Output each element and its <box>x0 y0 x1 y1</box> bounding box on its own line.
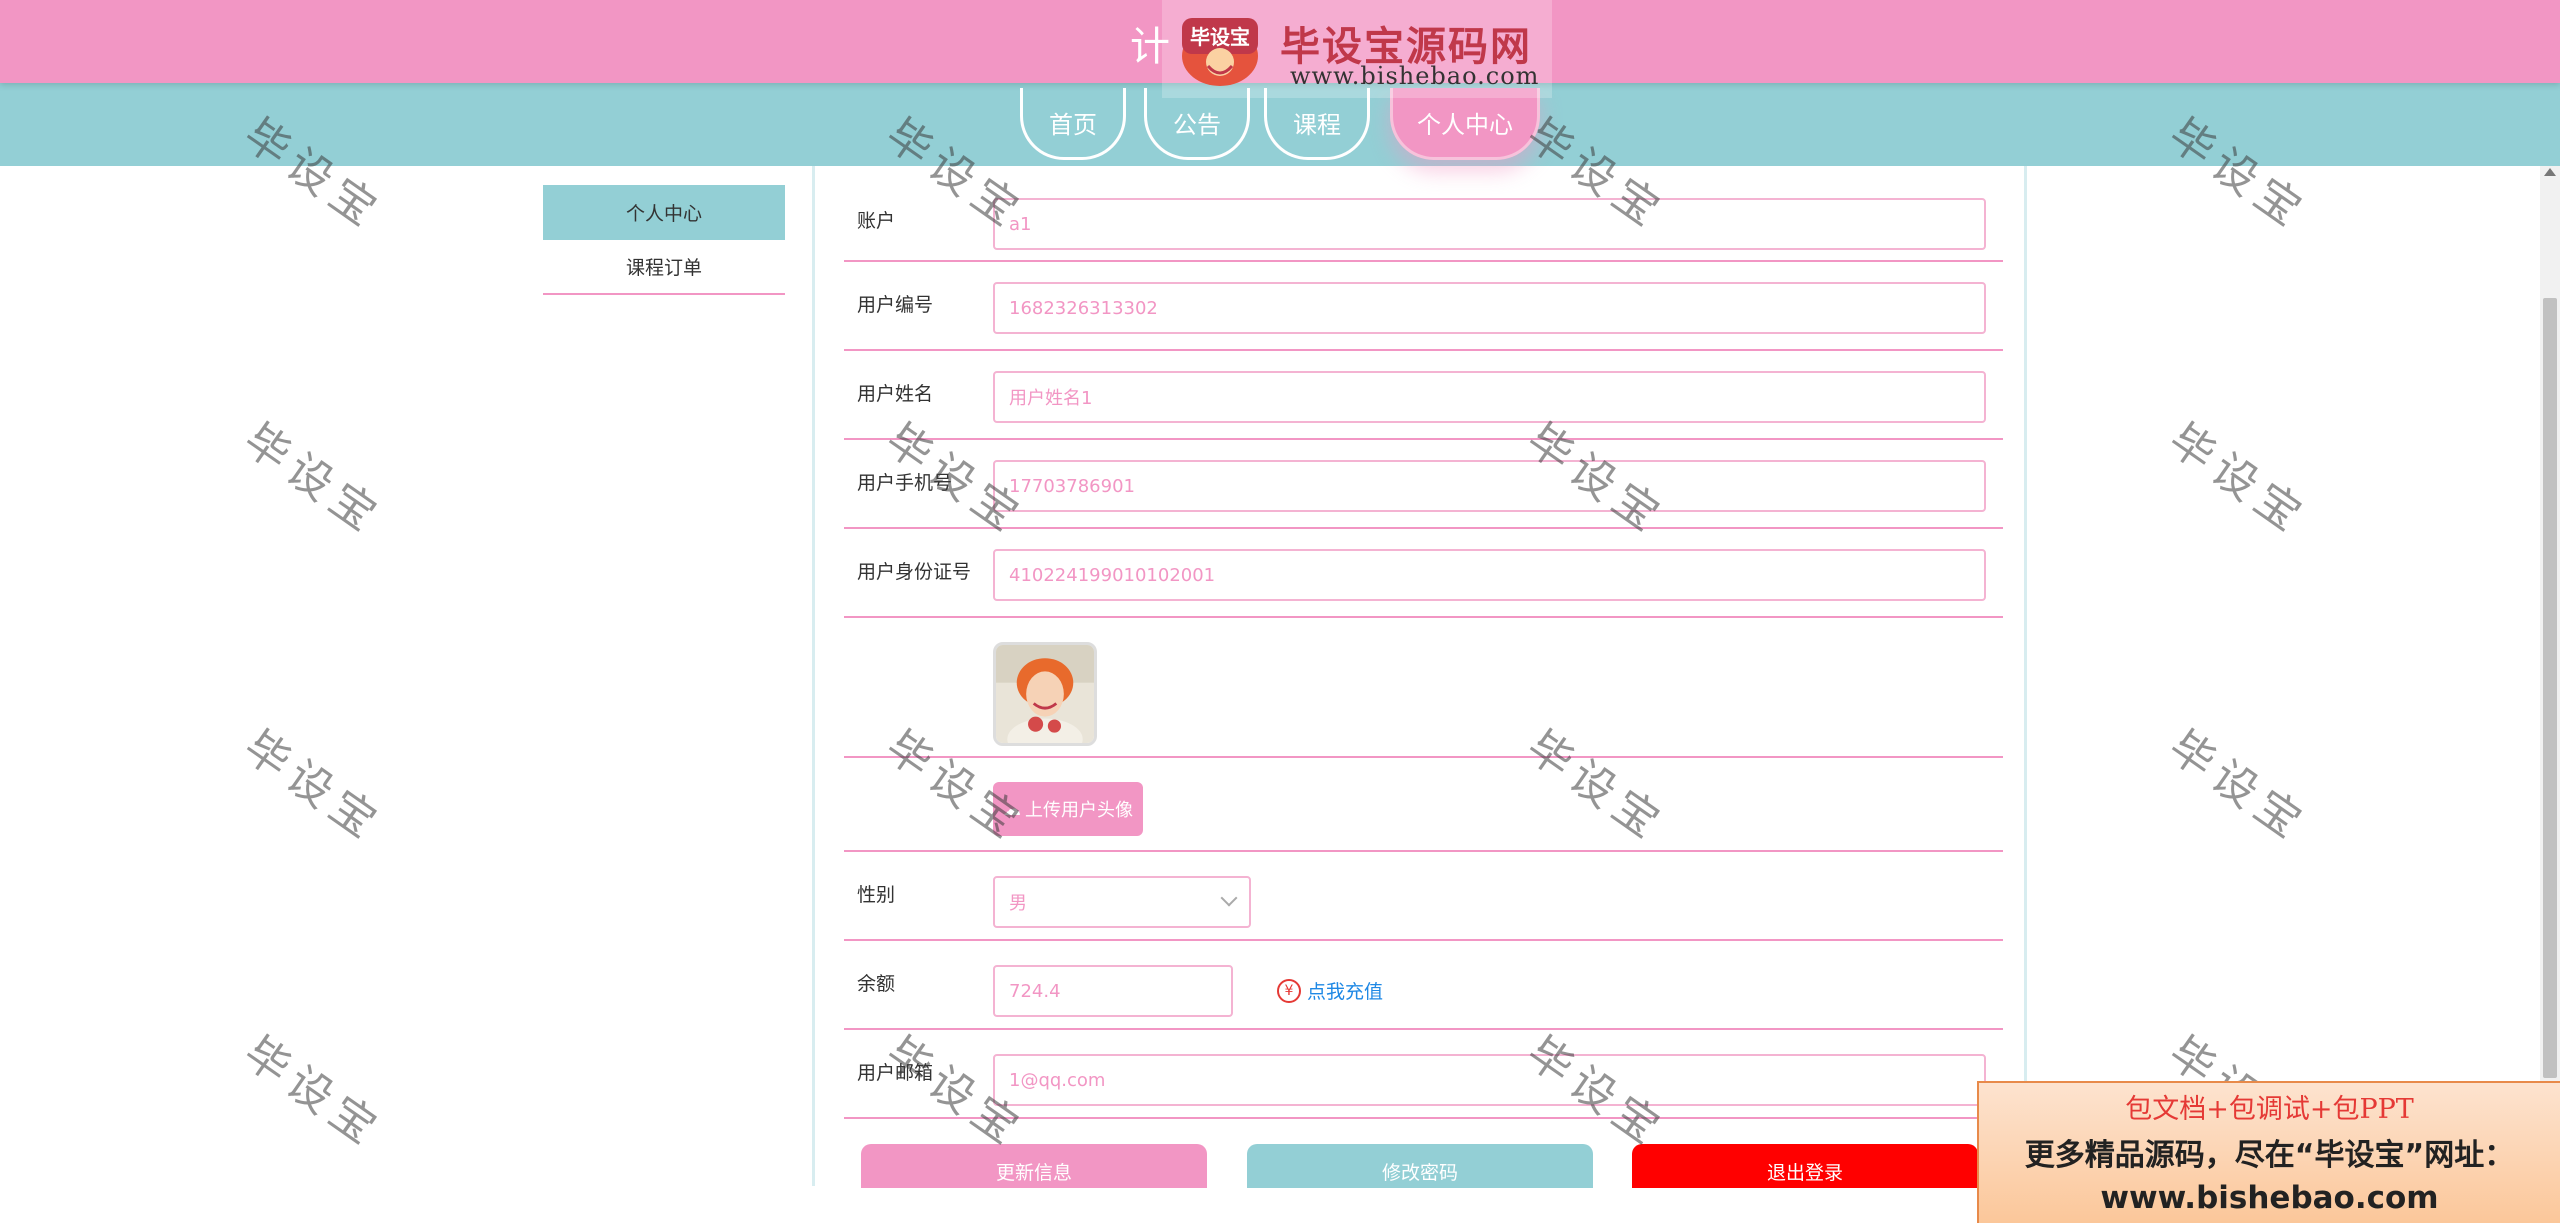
user-name-label: 用户姓名 <box>857 383 934 405</box>
balance-label: 余额 <box>857 973 896 995</box>
email-input[interactable]: 1@qq.com <box>993 1054 1986 1106</box>
profile-form-panel: 账户 a1 用户编号 1682326313302 用户姓名 用户姓名1 用户手机… <box>812 166 2027 1186</box>
upload-avatar-label: 上传用户头像 <box>1025 800 1133 821</box>
scroll-up-arrow-icon[interactable] <box>2544 168 2556 176</box>
watermark: 毕设宝 <box>2159 414 2317 546</box>
user-avatar <box>993 642 1097 746</box>
gender-value: 男 <box>1009 893 1027 914</box>
brand-url: www.bishebao.com <box>1290 62 1540 90</box>
phone-input[interactable]: 17703786901 <box>993 460 1986 512</box>
account-row: 账户 a1 <box>844 186 2003 262</box>
balance-input[interactable]: 724.4 <box>993 965 1233 1017</box>
nav-announcement[interactable]: 公告 <box>1144 88 1250 160</box>
sidebar-item-course-orders[interactable]: 课程订单 <box>543 240 785 295</box>
logout-button[interactable]: 退出登录 <box>1632 1144 1978 1188</box>
user-no-label: 用户编号 <box>857 294 934 316</box>
sidebar-item-personal-center[interactable]: 个人中心 <box>543 185 785 240</box>
account-input[interactable]: a1 <box>993 198 1986 250</box>
balance-row: 余额 724.4 ¥ 点我充值 <box>844 941 2003 1030</box>
recharge-label: 点我充值 <box>1307 981 1384 1003</box>
nav-personal-center[interactable]: 个人中心 <box>1390 88 1540 160</box>
user-no-row: 用户编号 1682326313302 <box>844 262 2003 351</box>
brand-logo: 毕设宝 毕设宝源码网 www.bishebao.com <box>1162 0 1552 98</box>
change-password-button[interactable]: 修改密码 <box>1247 1144 1593 1188</box>
id-card-input[interactable]: 410224199010102001 <box>993 549 1986 601</box>
scrollbar-thumb[interactable] <box>2543 298 2557 1078</box>
nav-course[interactable]: 课程 <box>1264 88 1370 160</box>
brand-badge-icon: 毕设宝 <box>1182 18 1258 86</box>
gender-row: 性别 男 <box>844 852 2003 941</box>
svg-text:毕设宝: 毕设宝 <box>1190 25 1250 49</box>
watermark: 毕设宝 <box>2159 721 2317 853</box>
account-label: 账户 <box>857 210 896 232</box>
id-card-row: 用户身份证号 410224199010102001 <box>844 529 2003 618</box>
update-info-button[interactable]: 更新信息 <box>861 1144 1207 1188</box>
gender-label: 性别 <box>857 884 896 906</box>
recharge-link[interactable]: ¥ 点我充值 <box>1277 977 1383 1004</box>
cloud-upload-icon: ☁ <box>1003 798 1021 820</box>
id-card-label: 用户身份证号 <box>857 561 972 583</box>
chevron-down-icon <box>1220 889 1238 907</box>
promo-url: www.bishebao.com <box>2100 1180 2439 1216</box>
gender-select[interactable]: 男 <box>993 876 1251 928</box>
avatar-row <box>844 618 2003 758</box>
user-name-row: 用户姓名 用户姓名1 <box>844 351 2003 440</box>
watermark: 毕设宝 <box>234 1027 392 1159</box>
promo-line1: 包文档+包调试+包PPT <box>2125 1094 2414 1125</box>
watermark: 毕设宝 <box>234 721 392 853</box>
user-name-input[interactable]: 用户姓名1 <box>993 371 1986 423</box>
sidebar: 个人中心 课程订单 <box>543 185 785 295</box>
upload-row: ☁ 上传用户头像 <box>844 758 2003 852</box>
email-label: 用户邮箱 <box>857 1062 934 1084</box>
promo-banner[interactable]: 包文档+包调试+包PPT 更多精品源码，尽在“毕设宝”网址： www.bishe… <box>1977 1081 2560 1223</box>
watermark: 毕设宝 <box>234 414 392 546</box>
email-row: 用户邮箱 1@qq.com <box>844 1030 2003 1119</box>
avatar-photo-icon <box>996 645 1094 743</box>
promo-line2: 更多精品源码，尽在“毕设宝”网址： <box>2024 1138 2515 1173</box>
nav-home[interactable]: 首页 <box>1020 88 1126 160</box>
yuan-icon: ¥ <box>1277 978 1301 1003</box>
phone-label: 用户手机号 <box>857 472 953 494</box>
phone-row: 用户手机号 17703786901 <box>844 440 2003 529</box>
upload-avatar-button[interactable]: ☁ 上传用户头像 <box>993 782 1143 836</box>
user-no-input[interactable]: 1682326313302 <box>993 282 1986 334</box>
